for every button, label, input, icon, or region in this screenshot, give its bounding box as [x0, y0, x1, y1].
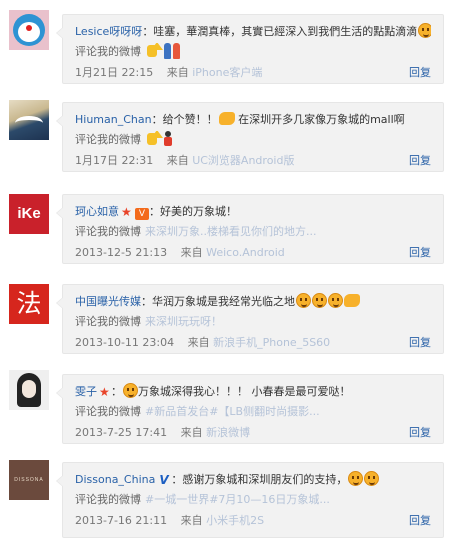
- source-link[interactable]: 小米手机2S: [206, 514, 264, 527]
- comment-bubble: Lesice呀呀呀：哇塞，華潤真棒，其實已經深入到我們生活的點點滴滴 评论我的微…: [56, 14, 444, 84]
- commented-label: 评论我的微博: [75, 225, 141, 238]
- reply-button[interactable]: 回复: [409, 334, 431, 352]
- clap-emoji-icon: [218, 112, 235, 125]
- original-weibo[interactable]: 来深圳万象..楼梯看见你们的地方...: [145, 225, 316, 238]
- reply-button[interactable]: 回复: [409, 152, 431, 170]
- timestamp: 2013-12-5 21:13: [75, 246, 168, 259]
- original-weibo[interactable]: 来深圳玩玩呀！: [145, 315, 222, 328]
- laugh-emoji-icon: [296, 293, 311, 308]
- username[interactable]: Dissona_China: [75, 473, 155, 486]
- timestamp: 2013-7-25 17:41: [75, 426, 168, 439]
- wave-crest: [15, 116, 43, 130]
- source-link[interactable]: iPhone客户端: [192, 66, 262, 79]
- source-link[interactable]: 新浪手机_Phone_5S60: [213, 336, 330, 349]
- reply-button[interactable]: 回复: [409, 512, 431, 530]
- person-emoji-icon: [163, 131, 172, 147]
- colon: ：: [111, 385, 122, 398]
- comment-text: ：哇塞，華潤真棒，其實已經深入到我們生活的點點滴滴: [142, 25, 418, 38]
- source-label: 来自: [166, 66, 189, 79]
- comment-bubble: 中国曝光传媒：华润万象城是我经常光临之地 评论我的微博 来深圳玩玩呀！ 2013-…: [56, 284, 444, 354]
- comment-text: ：给个赞！！: [151, 113, 218, 126]
- source-label: 来自: [180, 514, 203, 527]
- source-link[interactable]: 新浪微博: [206, 426, 250, 439]
- source-label: 来自: [180, 426, 203, 439]
- comment-bubble: Hiuman_Chan：给个赞！！ 在深圳开多几家像万象城的mall啊 评论我的…: [56, 102, 444, 172]
- avatar[interactable]: [9, 10, 49, 50]
- smile-emoji-icon: [123, 383, 138, 398]
- source-link[interactable]: UC浏览器Android版: [192, 154, 294, 167]
- comment-bubble: Dissona_China V ：感谢万象城和深圳朋友们的支持， 评论我的微博 #一城…: [56, 462, 444, 538]
- username[interactable]: 雯子: [75, 385, 97, 398]
- avatar-nose: [26, 25, 32, 31]
- handshake-emoji-icon: [344, 294, 360, 307]
- cute-emoji-icon: [348, 471, 364, 486]
- comment-text: ：华润万象城是我经常光临之地: [141, 295, 295, 308]
- source-label: 来自: [180, 246, 203, 259]
- thumbs-up-icon: [145, 131, 163, 147]
- laugh-emoji-icon: [418, 23, 431, 38]
- member-badge-icon: V: [135, 208, 149, 220]
- timestamp: 2013-10-11 23:04: [75, 336, 175, 349]
- verified-icon: V: [159, 473, 169, 487]
- commented-label: 评论我的微博: [75, 493, 141, 506]
- reply-button[interactable]: 回复: [409, 64, 431, 82]
- timestamp: 1月17日 22:31: [75, 154, 154, 167]
- avatar-face: [22, 380, 36, 398]
- comment-text: 万象城深得我心！！！ 小春春是最可爱哒！: [138, 385, 351, 398]
- thumbs-up-icon: [145, 43, 163, 59]
- reply-button[interactable]: 回复: [409, 424, 431, 442]
- comment-text-2: 在深圳开多几家像万象城的mall啊: [238, 113, 405, 126]
- laugh-emoji-icon: [312, 293, 327, 308]
- username[interactable]: Lesice呀呀呀: [75, 25, 142, 38]
- source-label: 来自: [187, 336, 210, 349]
- avatar[interactable]: [9, 370, 49, 410]
- commented-label: 评论我的微博: [75, 405, 141, 418]
- username[interactable]: Hiuman_Chan: [75, 113, 152, 126]
- reply-button[interactable]: 回复: [409, 244, 431, 262]
- username[interactable]: 珂心如意: [75, 205, 119, 218]
- couple-emoji-icon: [163, 43, 181, 59]
- comment-bubble: 珂心如意 ★ V ：好美的万象城！ 评论我的微博 来深圳万象..楼梯看见你们的地方...…: [56, 194, 444, 264]
- commented-label: 评论我的微博: [75, 315, 141, 328]
- comment-text: ：好美的万象城！: [149, 205, 237, 218]
- star-badge-icon: ★: [99, 385, 110, 399]
- star-badge-icon: ★: [121, 205, 132, 219]
- avatar[interactable]: [9, 100, 49, 140]
- avatar[interactable]: 法: [9, 284, 49, 324]
- source-label: 来自: [166, 154, 189, 167]
- avatar[interactable]: iKe: [9, 194, 49, 234]
- timestamp: 1月21日 22:15: [75, 66, 154, 79]
- original-weibo[interactable]: #新品首发台#【LB侧翻时尚摄影...: [145, 405, 320, 418]
- commented-label: 评论我的微博: [75, 45, 141, 58]
- commented-label: 评论我的微博: [75, 133, 141, 146]
- avatar[interactable]: DISSONA: [9, 460, 49, 500]
- timestamp: 2013-7-16 21:11: [75, 514, 168, 527]
- comment-text: ：感谢万象城和深圳朋友们的支持，: [171, 473, 348, 486]
- original-weibo[interactable]: #一城一世界#7月10—16日万象城...: [145, 493, 330, 506]
- source-link[interactable]: Weico.Android: [206, 246, 285, 259]
- laugh-emoji-icon: [328, 293, 343, 308]
- comment-bubble: 雯子 ★： 万象城深得我心！！！ 小春春是最可爱哒！ 评论我的微博 #新品首发台#【L…: [56, 374, 444, 444]
- username[interactable]: 中国曝光传媒: [75, 295, 141, 308]
- cute-emoji-icon: [364, 471, 380, 486]
